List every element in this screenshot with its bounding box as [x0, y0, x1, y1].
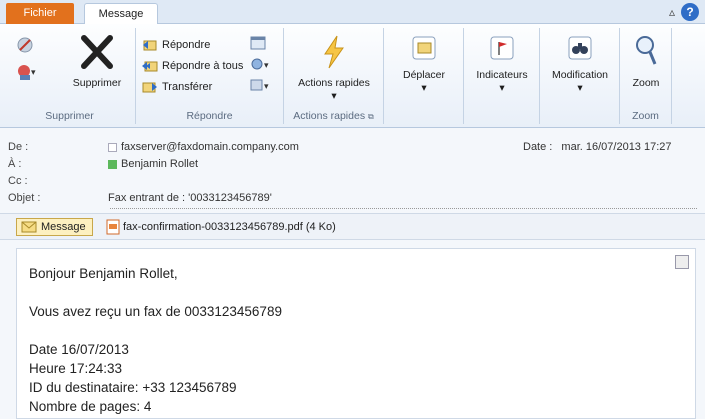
flag-icon [490, 36, 514, 60]
editing-button[interactable]: Modification ▾ [542, 34, 618, 95]
move-folder-icon [412, 36, 436, 60]
fax-date-line: Date 16/07/2013 [29, 342, 129, 357]
forward-button[interactable]: Transférer [142, 78, 212, 96]
dialog-launcher-icon[interactable]: ⧉ [368, 112, 374, 121]
more-respond-icon[interactable]: ▾ [250, 78, 272, 95]
delete-button[interactable]: Supprimer [62, 34, 132, 90]
envelope-icon [21, 221, 37, 233]
tab-file[interactable]: Fichier [6, 3, 74, 24]
group-modification: Modification ▾ [540, 28, 620, 124]
subject-value: Fax entrant de : '0033123456789' [108, 192, 272, 204]
message-text: Bonjour Benjamin Rollet, Vous avez reçu … [29, 264, 282, 416]
lightning-icon [324, 35, 344, 69]
group-label-zoom: Zoom [632, 110, 659, 122]
from-row: De : faxserver@faxdomain.company.com [8, 139, 299, 155]
tags-button[interactable]: Indicateurs ▾ [466, 34, 538, 95]
date-label: Date : [523, 141, 553, 153]
cc-row: Cc : [8, 173, 108, 189]
group-supprimer: ▾ Supprimer Supprimer [4, 28, 136, 124]
svg-text:▾: ▾ [31, 67, 36, 77]
magnifier-icon [636, 36, 657, 65]
to-row: À : Benjamin Rollet [8, 156, 198, 172]
subject-label: Objet : [8, 192, 41, 204]
ribbon-tab-bar: Fichier Message ▵ ? [0, 0, 705, 25]
group-indicateurs: Indicateurs ▾ [464, 28, 540, 124]
to-value[interactable]: Benjamin Rollet [121, 158, 198, 170]
group-label-actions-rapides: Actions rapides ⧉ [284, 110, 383, 122]
reply-button[interactable]: Répondre [142, 36, 210, 54]
pdf-icon [106, 219, 120, 235]
attachment-file[interactable]: fax-confirmation-0033123456789.pdf (4 Ko… [106, 218, 336, 236]
help-icon[interactable]: ? [681, 3, 699, 21]
contact-status-icon [108, 142, 117, 152]
presence-icon [108, 159, 117, 169]
meeting-icon[interactable] [250, 36, 266, 53]
message-body-area: Bonjour Benjamin Rollet, Vous avez reçu … [0, 240, 705, 419]
from-value[interactable]: faxserver@faxdomain.company.com [121, 141, 299, 153]
fax-time-line: Heure 17:24:33 [29, 361, 123, 376]
minimize-ribbon-icon[interactable]: ▵ [669, 5, 675, 19]
delete-x-icon [81, 35, 113, 69]
date-value: mar. 16/07/2013 17:27 [561, 141, 672, 153]
attachments-bar: Message fax-confirmation-0033123456789.p… [0, 214, 705, 240]
tab-message[interactable]: Message [84, 3, 158, 25]
header-divider [110, 208, 697, 209]
page-count-line: Nombre de pages: 4 [29, 399, 152, 414]
reply-all-button[interactable]: Répondre à tous [142, 57, 243, 75]
group-label-actions-text: Actions rapides [293, 110, 366, 122]
forward-label: Transférer [162, 81, 213, 93]
group-zoom: Zoom Zoom [620, 28, 672, 124]
cc-label: Cc : [8, 175, 28, 187]
move-dropdown-icon: ▾ [421, 82, 427, 94]
move-label: Déplacer [402, 69, 446, 81]
attachment-file-label: fax-confirmation-0033123456789.pdf (4 Ko… [123, 221, 336, 233]
reply-all-icon [142, 61, 158, 72]
tags-dropdown-icon: ▾ [499, 82, 505, 94]
editing-label: Modification [551, 69, 609, 81]
im-reply-icon[interactable]: ▾ [250, 57, 272, 74]
group-repondre: Répondre Répondre à tous Transférer ▾ ▾ … [136, 28, 284, 124]
reply-icon [143, 40, 157, 51]
to-label: À : [8, 158, 22, 170]
fax-received-line: Vous avez reçu un fax de 0033123456789 [29, 304, 282, 319]
reply-label: Répondre [162, 39, 211, 51]
group-actions-rapides: Actions rapides ▾ Actions rapides ⧉ [284, 28, 384, 124]
zoom-label: Zoom [632, 77, 660, 89]
editing-dropdown-icon: ▾ [577, 82, 583, 94]
pop-out-icon[interactable] [675, 255, 689, 269]
ignore-icon[interactable] [16, 36, 36, 57]
tags-label: Indicateurs [476, 69, 528, 81]
move-button[interactable]: Déplacer ▾ [386, 34, 462, 95]
reply-all-label: Répondre à tous [162, 60, 244, 72]
group-label-repondre: Répondre [186, 110, 233, 122]
delete-label: Supprimer [72, 77, 122, 89]
group-label-supprimer: Supprimer [45, 110, 94, 122]
junk-icon[interactable]: ▾ [16, 63, 38, 84]
forward-icon [142, 82, 157, 93]
svg-text:▾: ▾ [264, 60, 269, 70]
quick-actions-button[interactable]: Actions rapides ▾ [294, 34, 374, 103]
group-deplacer: Déplacer ▾ [384, 28, 464, 124]
message-tab[interactable]: Message [16, 218, 93, 236]
date-row: Date : mar. 16/07/2013 17:27 [523, 141, 672, 153]
quick-actions-dropdown-icon: ▾ [331, 90, 337, 102]
recipient-id-line: ID du destinataire: +33 123456789 [29, 380, 237, 395]
ribbon: ▾ Supprimer Supprimer Répondre Répondre … [0, 24, 705, 128]
svg-text:▾: ▾ [264, 81, 269, 91]
message-body[interactable]: Bonjour Benjamin Rollet, Vous avez reçu … [16, 248, 696, 419]
quick-actions-label: Actions rapides [298, 77, 370, 89]
subject-row: Objet : Fax entrant de : '0033123456789' [8, 190, 272, 206]
from-label: De : [8, 141, 29, 153]
message-tab-label: Message [41, 221, 86, 233]
zoom-button[interactable]: Zoom [622, 34, 670, 90]
message-header: De : faxserver@faxdomain.company.com Dat… [0, 128, 705, 214]
binoculars-icon [568, 36, 592, 60]
greeting-line: Bonjour Benjamin Rollet, [29, 266, 178, 281]
